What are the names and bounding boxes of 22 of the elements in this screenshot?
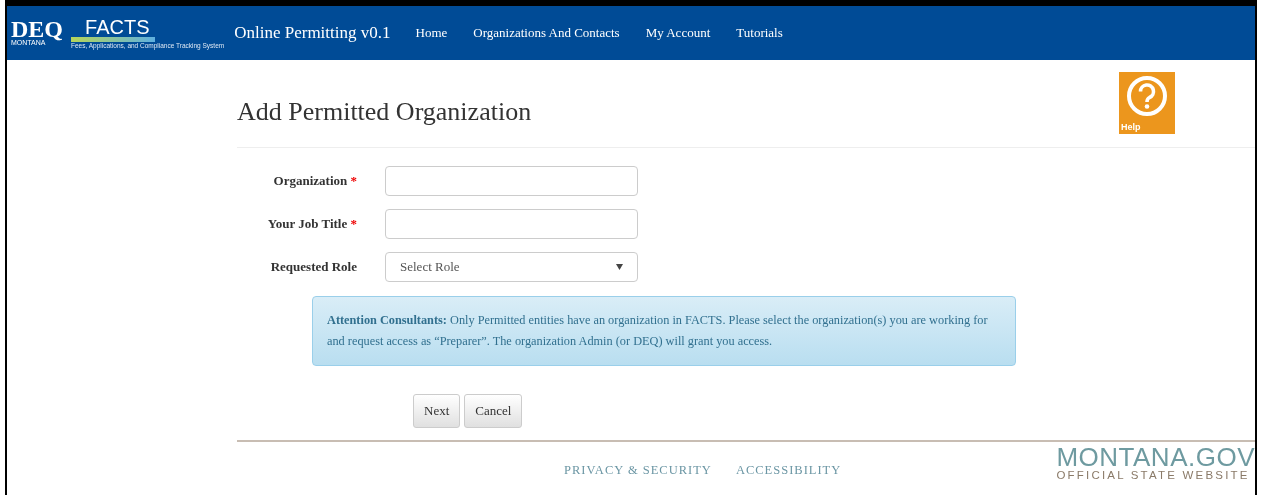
caret-icon xyxy=(616,264,623,270)
required-mark: * xyxy=(350,216,357,232)
role-dropdown[interactable]: Select Role xyxy=(385,252,638,282)
input-field[interactable] xyxy=(385,166,638,196)
info-alert: Attention Consultants: Only Permitted entities have an organization in FACTS. Please select the organization(s) you are working for and request access as “Preparer”. The organization Admin (or DEQ) will grant you access. xyxy=(312,296,1016,366)
app-title: Online Permitting v0.1 xyxy=(234,22,391,45)
field-label: Your Job Title xyxy=(267,216,348,232)
montana-gov-logo: MONTANA.GOV OFFICIAL STATE WEBSITE xyxy=(1056,441,1255,483)
cancel-button[interactable]: Cancel xyxy=(464,394,523,428)
input-field[interactable] xyxy=(385,209,638,239)
nav-link[interactable]: Organizations And Contacts xyxy=(460,23,633,43)
help-icon xyxy=(1126,75,1168,117)
nav-link[interactable]: Home xyxy=(402,23,461,43)
logo-text: DEQ xyxy=(11,19,63,39)
nav-link[interactable]: Tutorials xyxy=(723,23,796,43)
field-label: Requested Role xyxy=(270,259,357,275)
nav-link[interactable]: My Account xyxy=(632,23,724,43)
required-mark: * xyxy=(350,173,357,189)
facts-logo: FACTS xyxy=(84,16,151,37)
page-title: Add Permitted Organization xyxy=(237,96,532,128)
field-label: Organization xyxy=(273,173,348,189)
next-button[interactable]: Next xyxy=(413,394,461,428)
